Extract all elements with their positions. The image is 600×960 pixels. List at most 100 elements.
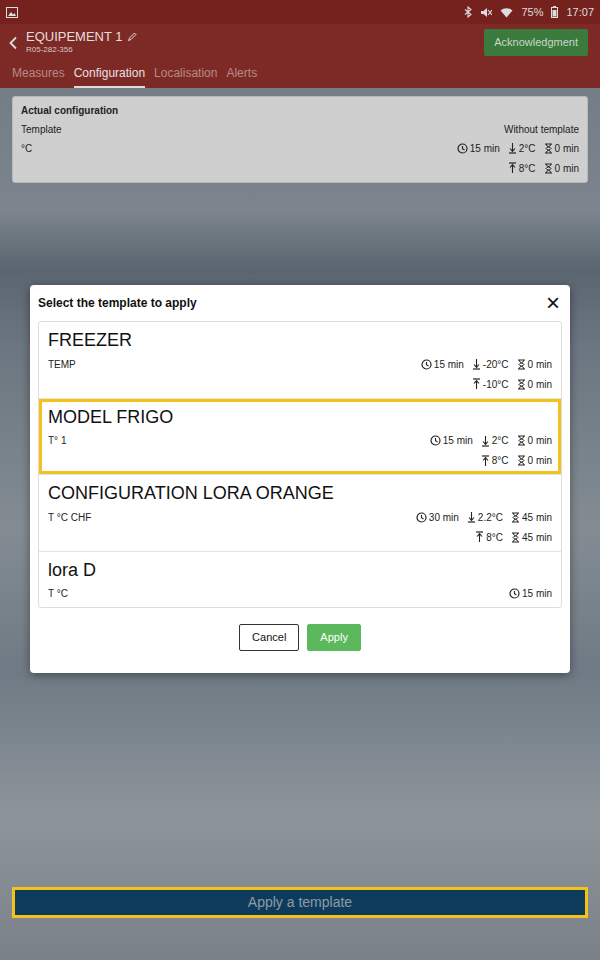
template-item[interactable]: lora D T °C 15 min: [39, 552, 561, 608]
threshold-line: 8°C 0 min: [508, 161, 579, 176]
value: 0 min: [517, 453, 552, 468]
value: 8°C: [475, 530, 503, 545]
value-text: 2°C: [492, 433, 509, 448]
template-row: TemplateWithout template: [21, 122, 579, 137]
mute-icon: [480, 7, 492, 18]
thresholds: 15 min 2°C 0 min 8°C 0 min: [457, 141, 579, 176]
value: 8°C: [481, 453, 509, 468]
app-header: EQUIPEMENT 1R05-282-356 Acknowledgment Mea…: [0, 24, 600, 88]
low-threshold-icon: [508, 142, 517, 154]
hourglass-icon: [517, 455, 526, 466]
header-title-group: EQUIPEMENT 1R05-282-356: [8, 29, 137, 54]
value-text: 0 min: [528, 433, 552, 448]
value: 2°C: [508, 141, 536, 156]
tab[interactable]: Measures: [12, 62, 65, 88]
apply-button[interactable]: Apply: [307, 624, 361, 651]
value: 0 min: [544, 161, 579, 176]
template-name: lora D: [48, 559, 552, 582]
template-name: FREEZER: [48, 329, 552, 352]
value: 0 min: [517, 377, 552, 392]
value-text: 8°C: [492, 453, 509, 468]
header-row: EQUIPEMENT 1R05-282-356 Acknowledgment: [8, 29, 588, 56]
low-threshold-icon: [472, 358, 481, 370]
value: 2.2°C: [467, 510, 503, 525]
template-item[interactable]: MODEL FRIGO T° 1 15 min 2°C 0 min 8°C 0 min: [39, 399, 561, 476]
template-name: MODEL FRIGO: [48, 406, 552, 429]
value: 8°C: [508, 161, 536, 176]
value: 0 min: [544, 141, 579, 156]
tab[interactable]: Alerts: [226, 62, 257, 88]
acknowledgment-button[interactable]: Acknowledgment: [484, 29, 588, 56]
value-text: 0 min: [555, 141, 579, 156]
value: -20°C: [472, 357, 509, 372]
hourglass-icon: [511, 512, 520, 523]
threshold-line: 15 min 2°C 0 min: [430, 433, 552, 448]
status-icons: 75% 17:07: [464, 4, 594, 21]
clock-time: 17:07: [566, 4, 594, 21]
thresholds: 15 min: [509, 586, 552, 601]
value: 15 min: [457, 141, 500, 156]
high-threshold-icon: [475, 531, 484, 543]
value-text: 0 min: [528, 377, 552, 392]
threshold-line: 8°C 0 min: [481, 453, 552, 468]
value: 30 min: [416, 510, 459, 525]
clock-icon: [457, 143, 468, 154]
battery-level: 75%: [521, 4, 543, 21]
value-text: 0 min: [528, 453, 552, 468]
value: 45 min: [511, 530, 552, 545]
value-text: 8°C: [519, 161, 536, 176]
thresholds: 30 min 2.2°C 45 min 8°C 45 min: [416, 510, 552, 545]
apply-template-button[interactable]: Apply a template: [12, 887, 588, 918]
back-icon[interactable]: [8, 36, 18, 50]
sensor-name: T °C: [48, 586, 68, 601]
bluetooth-icon: [464, 6, 472, 18]
tab[interactable]: Localisation: [154, 62, 217, 88]
value: 15 min: [430, 433, 473, 448]
value-text: -20°C: [483, 357, 509, 372]
clock-icon: [509, 588, 520, 599]
clock-icon: [416, 512, 427, 523]
equipment-title: EQUIPEMENT 1: [26, 29, 123, 45]
close-button[interactable]: ×: [544, 291, 562, 315]
template-item[interactable]: CONFIGURATION LORA ORANGE T °C CHF 30 min 2…: [39, 475, 561, 552]
value-text: 2°C: [519, 141, 536, 156]
template-details: TEMP15 min-20°C0 min-10°C0 min: [48, 357, 552, 392]
hourglass-icon: [511, 532, 520, 543]
edit-icon[interactable]: [127, 32, 137, 42]
threshold-line: 15 min: [509, 586, 552, 601]
header-titles: EQUIPEMENT 1R05-282-356: [26, 29, 137, 54]
tab-bar: Measures Configuration Localisation Alerts: [8, 62, 588, 88]
value-text: 45 min: [522, 530, 552, 545]
value: -10°C: [472, 377, 509, 392]
dialog-header: Select the template to apply×: [38, 291, 562, 321]
thresholds: 15 min 2°C 0 min 8°C 0 min: [430, 433, 552, 468]
high-threshold-icon: [508, 162, 517, 174]
hourglass-icon: [544, 143, 553, 154]
value: 0 min: [517, 433, 552, 448]
title-row: EQUIPEMENT 1: [26, 29, 137, 45]
sensor-name: T °C CHF: [48, 510, 91, 525]
template-label: Template: [21, 122, 62, 137]
threshold-line: 30 min 2.2°C 45 min: [416, 510, 552, 525]
threshold-line: 8°C 45 min: [475, 530, 552, 545]
cancel-button[interactable]: Cancel: [239, 624, 299, 651]
value-text: 0 min: [528, 357, 552, 372]
battery-icon: [551, 6, 558, 18]
config-card: Actual configurationTemplateWithout temp…: [12, 96, 588, 183]
tab[interactable]: Configuration: [74, 62, 145, 88]
value: 15 min: [421, 357, 464, 372]
template-details: T° 1 15 min 2°C 0 min 8°C 0 min: [48, 433, 552, 468]
value: 45 min: [511, 510, 552, 525]
value-text: 45 min: [522, 510, 552, 525]
template-name: CONFIGURATION LORA ORANGE: [48, 482, 552, 505]
hourglass-icon: [517, 435, 526, 446]
image-icon: [6, 7, 18, 18]
threshold-line: 15 min -20°C 0 min: [421, 357, 552, 372]
hourglass-icon: [544, 163, 553, 174]
thresholds: 15 min -20°C 0 min -10°C 0 min: [421, 357, 552, 392]
clock-icon: [430, 435, 441, 446]
template-item[interactable]: FREEZERTEMP15 min-20°C0 min-10°C0 min: [39, 322, 561, 399]
sensor-name: T° 1: [48, 433, 66, 448]
template-dialog: Select the template to apply×FREEZERTEMP…: [30, 285, 570, 673]
hourglass-icon: [517, 379, 526, 390]
